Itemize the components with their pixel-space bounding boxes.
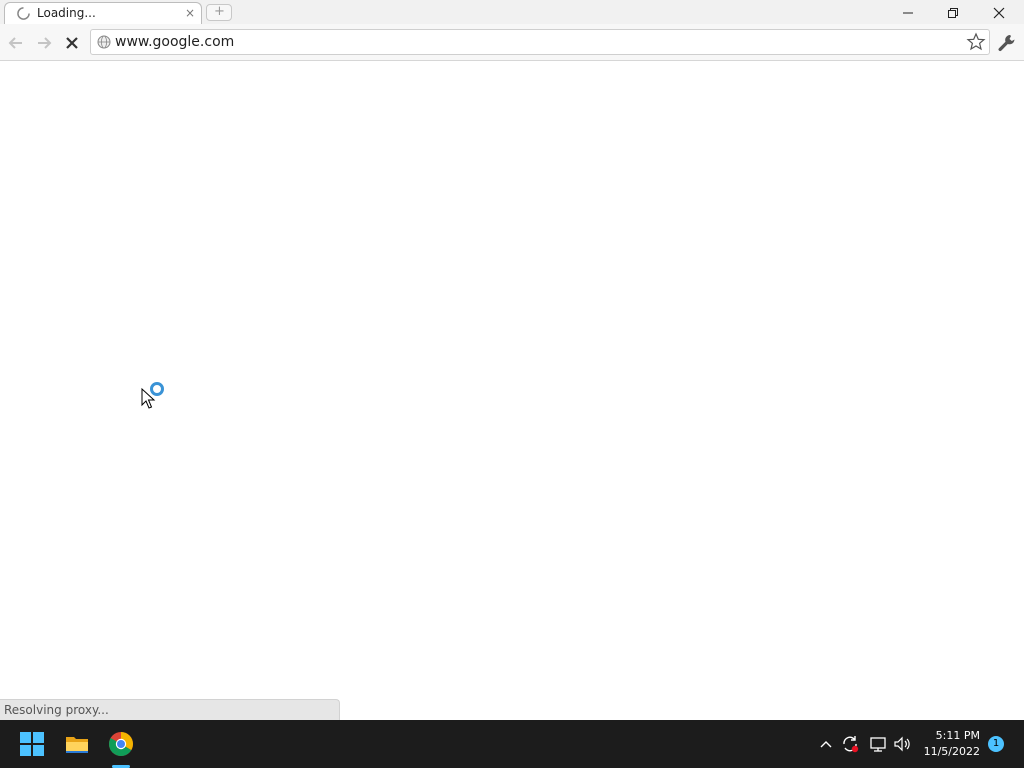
restore-icon — [948, 8, 958, 18]
loading-spinner-icon — [17, 7, 30, 20]
close-icon — [993, 7, 1005, 19]
browser-toolbar: www.google.com — [0, 24, 1024, 61]
page-content — [0, 61, 1024, 699]
address-bar[interactable]: www.google.com — [90, 29, 990, 55]
notification-badge[interactable]: 1 — [988, 736, 1004, 752]
tab-close-icon[interactable]: × — [185, 6, 195, 20]
chevron-up-icon[interactable] — [816, 734, 836, 754]
minimize-icon — [903, 12, 913, 14]
back-icon — [8, 37, 22, 49]
clock-date: 11/5/2022 — [923, 745, 980, 758]
tab-title: Loading... — [37, 6, 96, 20]
stop-icon — [66, 37, 78, 49]
busy-cursor-icon — [141, 382, 164, 409]
star-icon[interactable] — [966, 32, 986, 52]
taskbar: 5:11 PM 11/5/2022 1 — [0, 720, 1024, 768]
back-button[interactable] — [5, 32, 27, 54]
wrench-icon[interactable] — [996, 32, 1018, 54]
chrome-icon[interactable] — [108, 731, 134, 757]
globe-icon — [97, 35, 111, 49]
clock-time: 5:11 PM — [935, 729, 980, 742]
status-text: Resolving proxy... — [4, 703, 109, 717]
windows-start-icon[interactable] — [19, 731, 45, 757]
close-window-button[interactable] — [985, 4, 1013, 22]
new-tab-button[interactable]: + — [206, 4, 232, 21]
restore-button[interactable] — [939, 4, 967, 22]
system-clock[interactable]: 5:11 PM 11/5/2022 — [920, 728, 980, 760]
stop-button[interactable] — [61, 32, 83, 54]
status-bubble: Resolving proxy... — [0, 699, 340, 720]
url-text: www.google.com — [115, 34, 235, 50]
volume-icon[interactable] — [892, 734, 912, 754]
tab-loading[interactable]: Loading... × — [4, 2, 202, 24]
network-icon[interactable] — [868, 734, 888, 754]
forward-icon — [38, 37, 52, 49]
minimize-button[interactable] — [894, 4, 922, 22]
title-bar: Loading... × + — [0, 0, 1024, 24]
forward-button[interactable] — [33, 32, 55, 54]
sync-icon[interactable] — [840, 734, 860, 754]
file-explorer-icon[interactable] — [64, 731, 90, 757]
plus-icon: + — [214, 4, 225, 19]
